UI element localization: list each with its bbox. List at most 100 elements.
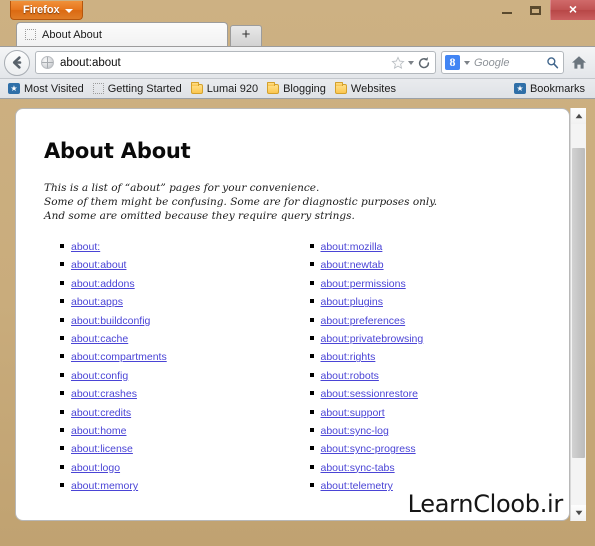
list-item[interactable]: about:addons xyxy=(44,278,294,290)
list-item[interactable]: about:telemetry xyxy=(294,480,544,492)
list-item[interactable]: about:home xyxy=(44,425,294,437)
firefox-menu-button[interactable]: Firefox xyxy=(10,1,83,20)
list-item[interactable]: about:crashes xyxy=(44,388,294,400)
about-link[interactable]: about:privatebrowsing xyxy=(321,333,424,345)
about-link[interactable]: about:compartments xyxy=(71,351,167,363)
list-item[interactable]: about:buildconfig xyxy=(44,315,294,327)
chevron-down-icon[interactable] xyxy=(408,60,414,65)
page-scrollbar[interactable] xyxy=(570,108,586,521)
about-link[interactable]: about:rights xyxy=(321,351,376,363)
about-link[interactable]: about:sessionrestore xyxy=(321,388,418,400)
about-link[interactable]: about:telemetry xyxy=(321,480,393,492)
list-item[interactable]: about:apps xyxy=(44,296,294,308)
list-item[interactable]: about:plugins xyxy=(294,296,544,308)
list-item[interactable]: about:memory xyxy=(44,480,294,492)
search-icon[interactable] xyxy=(546,56,559,69)
about-link[interactable]: about:memory xyxy=(71,480,138,492)
about-link[interactable]: about:home xyxy=(71,425,126,437)
url-input[interactable]: about:about xyxy=(60,57,385,69)
google-search-engine-icon[interactable]: 8 xyxy=(445,55,460,70)
about-link[interactable]: about:mozilla xyxy=(321,241,383,253)
about-link[interactable]: about:credits xyxy=(71,407,131,419)
list-item[interactable]: about:sync-log xyxy=(294,425,544,437)
list-item[interactable]: about:preferences xyxy=(294,315,544,327)
scroll-up-button[interactable] xyxy=(571,108,586,124)
close-icon: × xyxy=(568,1,578,17)
list-item[interactable]: about:sync-tabs xyxy=(294,462,544,474)
folder-icon xyxy=(334,81,347,94)
list-item[interactable]: about:compartments xyxy=(44,351,294,363)
about-link[interactable]: about:logo xyxy=(71,462,120,474)
list-item[interactable]: about:robots xyxy=(294,370,544,382)
list-item[interactable]: about:mozilla xyxy=(294,241,544,253)
close-button[interactable]: × xyxy=(550,0,595,20)
about-link[interactable]: about:sync-tabs xyxy=(321,462,395,474)
list-item[interactable]: about:privatebrowsing xyxy=(294,333,544,345)
content-region: About About This is a list of “about” pa… xyxy=(0,99,595,536)
list-item[interactable]: about:support xyxy=(294,407,544,419)
about-column-left: about: about:about about:addons about:ap… xyxy=(44,241,294,498)
new-tab-button[interactable]: + xyxy=(230,25,262,46)
scroll-down-button[interactable] xyxy=(571,505,586,521)
about-link[interactable]: about:permissions xyxy=(321,278,406,290)
about-link[interactable]: about:sync-progress xyxy=(321,443,416,455)
maximize-button[interactable] xyxy=(521,0,550,20)
about-link[interactable]: about:license xyxy=(71,443,133,455)
dotted-placeholder-icon xyxy=(92,83,104,94)
scrollbar-thumb[interactable] xyxy=(572,148,585,458)
bullet-icon xyxy=(309,464,314,469)
list-item[interactable]: about:newtab xyxy=(294,259,544,271)
about-link[interactable]: about:sync-log xyxy=(321,425,389,437)
bookmark-label: Getting Started xyxy=(107,82,182,95)
about-link[interactable]: about:preferences xyxy=(321,315,406,327)
about-link[interactable]: about:support xyxy=(321,407,385,419)
list-item[interactable]: about:sync-progress xyxy=(294,443,544,455)
search-input[interactable]: Google xyxy=(474,57,542,69)
scrollbar-track[interactable] xyxy=(571,124,586,505)
bookmark-blogging[interactable]: Blogging xyxy=(264,81,332,96)
about-link[interactable]: about:robots xyxy=(321,370,379,382)
search-bar[interactable]: 8 Google xyxy=(441,51,564,74)
about-link[interactable]: about:about xyxy=(71,259,126,271)
about-link[interactable]: about:crashes xyxy=(71,388,137,400)
bookmark-getting-started[interactable]: Getting Started xyxy=(90,82,188,96)
bookmarks-menu-button[interactable]: ★ Bookmarks xyxy=(511,82,591,96)
bullet-icon xyxy=(60,372,64,377)
list-item[interactable]: about:sessionrestore xyxy=(294,388,544,400)
minimize-button[interactable] xyxy=(492,0,521,20)
list-item[interactable]: about:license xyxy=(44,443,294,455)
bookmark-lumai-920[interactable]: Lumai 920 xyxy=(188,81,264,96)
about-link[interactable]: about:cache xyxy=(71,333,128,345)
description-line: And some are omitted because they requir… xyxy=(44,210,355,222)
chevron-down-icon[interactable] xyxy=(464,60,470,65)
list-item[interactable]: about:about xyxy=(44,259,294,271)
bullet-icon xyxy=(309,335,314,340)
list-item[interactable]: about:logo xyxy=(44,462,294,474)
list-item[interactable]: about:credits xyxy=(44,407,294,419)
about-link[interactable]: about:addons xyxy=(71,278,135,290)
about-link[interactable]: about: xyxy=(71,241,100,253)
tab-about-about[interactable]: About About xyxy=(16,22,228,46)
url-bar[interactable]: about:about xyxy=(35,51,436,74)
reload-button[interactable] xyxy=(417,56,431,70)
bookmarks-toolbar: ★ Most Visited Getting Started Lumai 920… xyxy=(0,78,595,99)
about-link[interactable]: about:newtab xyxy=(321,259,384,271)
about-link[interactable]: about:buildconfig xyxy=(71,315,150,327)
bookmark-most-visited[interactable]: ★ Most Visited xyxy=(5,82,90,96)
list-item[interactable]: about: xyxy=(44,241,294,253)
bookmark-star-icon[interactable] xyxy=(391,55,405,70)
list-item[interactable]: about:rights xyxy=(294,351,544,363)
bullet-icon xyxy=(60,335,64,340)
about-link-columns: about: about:about about:addons about:ap… xyxy=(44,241,543,498)
list-item[interactable]: about:cache xyxy=(44,333,294,345)
back-button[interactable] xyxy=(4,49,30,76)
home-button[interactable] xyxy=(569,55,589,70)
list-item[interactable]: about:config xyxy=(44,370,294,382)
home-icon xyxy=(572,56,586,69)
list-item[interactable]: about:permissions xyxy=(294,278,544,290)
about-link-list: about:mozilla about:newtab about:permiss… xyxy=(294,241,544,492)
bookmark-websites[interactable]: Websites xyxy=(332,81,402,96)
about-link[interactable]: about:config xyxy=(71,370,128,382)
about-link[interactable]: about:plugins xyxy=(321,296,383,308)
about-link[interactable]: about:apps xyxy=(71,296,123,308)
